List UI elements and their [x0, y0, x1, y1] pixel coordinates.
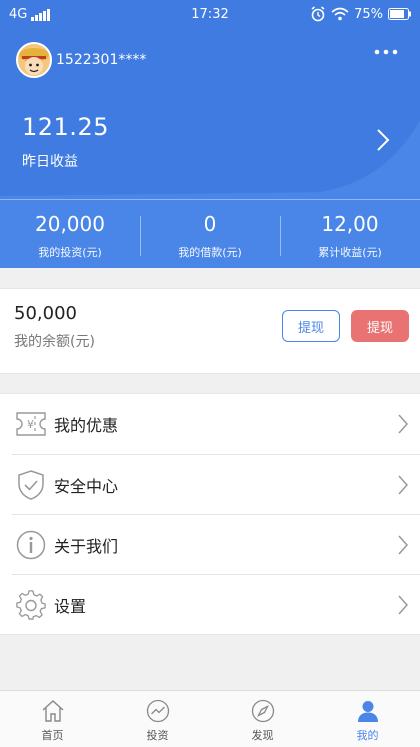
menu-item-label: 设置 — [54, 596, 87, 616]
wifi-icon — [331, 7, 349, 21]
menu-item-settings[interactable]: 设置 — [12, 574, 420, 634]
balance-amount: 50,000 — [14, 303, 77, 324]
tab-label: 首页 — [41, 729, 64, 742]
stat-total-earnings[interactable]: 12,00 累计收益(元) — [280, 200, 420, 268]
stat-value: 20,000 — [35, 212, 105, 236]
stat-label: 累计收益(元) — [318, 246, 382, 259]
home-icon — [42, 700, 63, 722]
battery-percent: 75% — [354, 6, 383, 22]
trend-icon — [146, 699, 169, 723]
compass-icon — [251, 699, 274, 723]
status-bar: 4G 17:32 75% — [0, 0, 420, 30]
chevron-right-icon — [398, 595, 408, 615]
menu-item-label: 安全中心 — [54, 476, 119, 496]
stat-loan[interactable]: 0 我的借款(元) — [140, 200, 280, 268]
chevron-right-icon — [398, 535, 408, 555]
tab-label: 投资 — [146, 729, 169, 742]
chevron-right-icon — [398, 475, 408, 495]
user-icon — [357, 701, 378, 722]
avatar-image — [18, 44, 50, 76]
coupon-icon: ¥ — [14, 407, 48, 441]
stat-investment[interactable]: 20,000 我的投资(元) — [0, 200, 140, 268]
more-options-icon[interactable] — [374, 48, 398, 56]
battery-icon — [388, 8, 411, 20]
menu-item-about[interactable]: 关于我们 — [12, 514, 420, 574]
stats-row: 20,000 我的投资(元) 0 我的借款(元) 12,00 累计收益(元) — [0, 200, 420, 268]
tab-mine[interactable]: 我的 — [315, 691, 420, 747]
shield-check-icon — [14, 468, 48, 502]
balance-card: 50,000 我的余额(元) 提现 提现 — [0, 288, 420, 374]
tab-label: 发现 — [251, 729, 274, 742]
user-profile[interactable]: 1522301**** — [16, 42, 146, 78]
tab-discover[interactable]: 发现 — [210, 691, 315, 747]
tab-label: 我的 — [356, 729, 379, 742]
withdraw-outline-button[interactable]: 提现 — [282, 310, 340, 342]
menu-item-label: 我的优惠 — [54, 416, 119, 435]
alarm-icon — [311, 6, 325, 22]
yesterday-amount: 121.25 — [22, 113, 109, 141]
info-icon — [14, 528, 48, 562]
stat-value: 12,00 — [321, 212, 379, 236]
username: 1522301**** — [56, 52, 147, 68]
withdraw-button[interactable]: 提现 — [351, 310, 409, 342]
bottom-tab-bar: 首页 投资 发现 我的 — [0, 690, 420, 747]
balance-label: 我的余额(元) — [14, 334, 95, 350]
menu-item-label: 关于我们 — [54, 536, 119, 556]
chevron-right-icon[interactable] — [376, 128, 390, 152]
tab-invest[interactable]: 投资 — [105, 691, 210, 747]
stat-label: 我的借款(元) — [178, 246, 242, 259]
gear-icon — [14, 588, 48, 622]
avatar[interactable] — [16, 42, 52, 78]
menu-item-security[interactable]: 安全中心 — [12, 454, 420, 514]
menu-item-coupons[interactable]: ¥ 我的优惠 — [0, 394, 420, 454]
yesterday-earnings: 121.25 昨日收益 — [22, 113, 109, 171]
svg-text:¥: ¥ — [27, 418, 34, 431]
stat-label: 我的投资(元) — [38, 246, 102, 259]
chevron-right-icon — [398, 414, 408, 434]
yesterday-label: 昨日收益 — [22, 154, 78, 170]
menu-list: ¥ 我的优惠 安全中心 关于我们 设置 — [0, 393, 420, 635]
tab-home[interactable]: 首页 — [0, 691, 105, 747]
stat-value: 0 — [203, 212, 217, 236]
